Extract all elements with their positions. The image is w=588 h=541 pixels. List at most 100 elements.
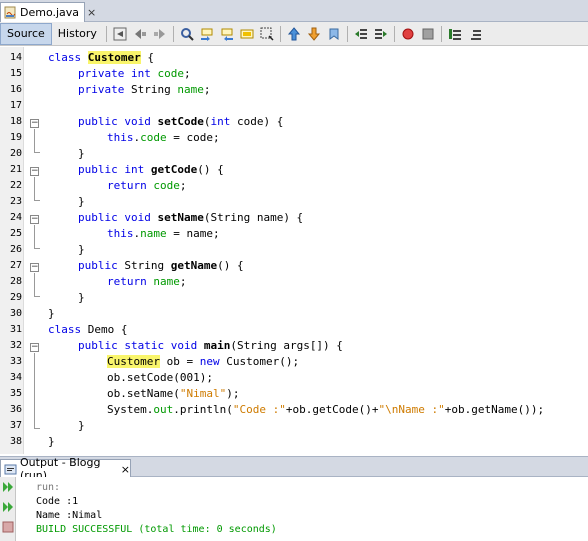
- output-line: Code :1: [36, 496, 79, 507]
- line-number: 26: [9, 244, 22, 255]
- line-number: 21: [9, 164, 22, 175]
- code-line: 28 return name;: [0, 274, 588, 290]
- last-edit-icon[interactable]: [112, 26, 128, 42]
- history-button[interactable]: History: [52, 24, 103, 44]
- previous-bookmark-icon[interactable]: [286, 26, 302, 42]
- rerun-with-params-icon[interactable]: [2, 501, 14, 513]
- output-side-toolbar: [0, 477, 16, 541]
- line-number: 33: [9, 356, 22, 367]
- code-line: 30 }: [0, 306, 588, 322]
- shift-left-icon[interactable]: [353, 26, 369, 42]
- line-number: 14: [9, 52, 22, 63]
- line-number: 22: [9, 180, 22, 191]
- code-text: public int getCode() {: [78, 163, 224, 176]
- code-text: this.name = name;: [107, 227, 220, 240]
- stop-macro-icon[interactable]: [420, 26, 436, 42]
- separator: [172, 25, 174, 42]
- code-line: 32 public static void main(String args[]…: [0, 338, 588, 354]
- start-macro-icon[interactable]: [400, 26, 416, 42]
- code-text: private int code;: [78, 67, 191, 80]
- code-line: 31 class Demo {: [0, 322, 588, 338]
- source-button[interactable]: Source: [0, 22, 52, 45]
- line-number: 16: [9, 84, 22, 95]
- code-line: 33 Customer ob = new Customer();: [0, 354, 588, 370]
- code-line: 16 private String name;: [0, 82, 588, 98]
- separator: [346, 25, 348, 42]
- code-text: public void setCode(int code) {: [78, 115, 284, 128]
- code-text: private String name;: [78, 83, 211, 96]
- shift-right-icon[interactable]: [373, 26, 389, 42]
- editor-tab-bar: Demo.java ×: [0, 0, 588, 22]
- tab-output[interactable]: Output - Blogg (run) ×: [0, 456, 131, 482]
- code-text: public static void main(String args[]) {: [78, 339, 343, 352]
- code-text: ob.setName("Nimal");: [107, 387, 240, 400]
- output-console[interactable]: run: Code :1 Name :Nimal BUILD SUCCESSFU…: [16, 477, 588, 541]
- tab-label: Demo.java: [20, 6, 80, 19]
- line-number: 30: [9, 308, 22, 319]
- code-editor[interactable]: − − − − − 14 class Customer { 15 private…: [0, 47, 588, 454]
- code-text: }: [78, 147, 85, 160]
- line-number: 34: [9, 372, 22, 383]
- find-previous-icon[interactable]: [199, 26, 215, 42]
- code-text: Customer ob = new Customer();: [107, 355, 300, 368]
- tab-demo-java[interactable]: Demo.java ×: [0, 2, 96, 22]
- code-text: }: [78, 195, 85, 208]
- code-line: 22 return code;: [0, 178, 588, 194]
- line-number: 32: [9, 340, 22, 351]
- find-icon[interactable]: [179, 26, 195, 42]
- code-text: return name;: [107, 275, 187, 288]
- line-number: 17: [9, 100, 22, 111]
- close-icon[interactable]: ×: [87, 6, 96, 19]
- code-text: }: [48, 307, 55, 320]
- code-line: 34 ob.setCode(001);: [0, 370, 588, 386]
- stop-icon[interactable]: [2, 521, 14, 533]
- toggle-highlight-icon[interactable]: [239, 26, 255, 42]
- code-line: 17: [0, 98, 588, 114]
- uncomment-icon[interactable]: [467, 26, 483, 42]
- back-icon[interactable]: [132, 26, 148, 42]
- code-text: }: [78, 419, 85, 432]
- code-text: class Customer {: [48, 51, 154, 64]
- line-number: 27: [9, 260, 22, 271]
- editor-toolbar: Source History: [0, 22, 588, 46]
- line-number: 15: [9, 68, 22, 79]
- code-line: 37 }: [0, 418, 588, 434]
- separator: [440, 25, 442, 42]
- code-text: }: [78, 243, 85, 256]
- line-number: 24: [9, 212, 22, 223]
- code-line: 38 }: [0, 434, 588, 450]
- code-line: 20 }: [0, 146, 588, 162]
- line-number: 28: [9, 276, 22, 287]
- forward-icon[interactable]: [152, 26, 168, 42]
- rerun-icon[interactable]: [2, 481, 14, 493]
- code-line: 18 public void setCode(int code) {: [0, 114, 588, 130]
- code-text: }: [48, 435, 55, 448]
- close-icon[interactable]: ×: [121, 463, 130, 476]
- code-text: System.out.println("Code :"+ob.getCode()…: [107, 403, 545, 416]
- separator: [105, 25, 107, 42]
- code-text: ob.setCode(001);: [107, 371, 213, 384]
- toggle-bookmark-icon[interactable]: [326, 26, 342, 42]
- line-number: 25: [9, 228, 22, 239]
- comment-icon[interactable]: [447, 26, 463, 42]
- line-number: 31: [9, 324, 22, 335]
- rect-select-icon[interactable]: [259, 26, 275, 42]
- code-line: 35 ob.setName("Nimal");: [0, 386, 588, 402]
- find-next-icon[interactable]: [219, 26, 235, 42]
- output-line: Name :Nimal: [36, 510, 103, 521]
- line-number: 19: [9, 132, 22, 143]
- separator: [279, 25, 281, 42]
- code-line: 29 }: [0, 290, 588, 306]
- code-line: 24 public void setName(String name) {: [0, 210, 588, 226]
- next-bookmark-icon[interactable]: [306, 26, 322, 42]
- output-icon: [4, 463, 17, 476]
- line-number: 35: [9, 388, 22, 399]
- line-number: 38: [9, 436, 22, 447]
- code-text: class Demo {: [48, 323, 128, 336]
- line-number: 36: [9, 404, 22, 415]
- code-line: 23 }: [0, 194, 588, 210]
- line-number: 29: [9, 292, 22, 303]
- code-line: 19 this.code = code;: [0, 130, 588, 146]
- output-tab-bar: Output - Blogg (run) ×: [0, 456, 588, 482]
- code-line: 26 }: [0, 242, 588, 258]
